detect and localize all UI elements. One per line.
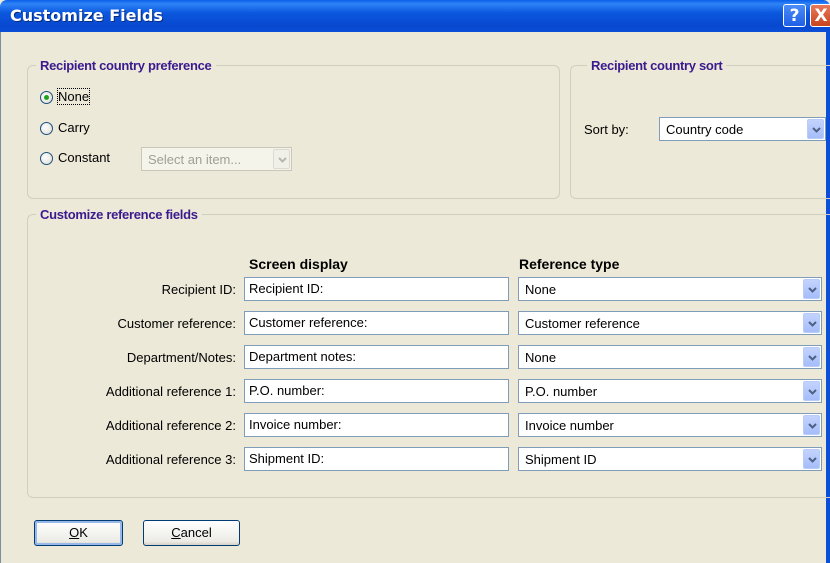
screen-display-input-recipient-id[interactable]: Recipient ID: — [244, 277, 509, 301]
reference-type-select-customer-reference[interactable]: Customer reference — [518, 311, 822, 335]
reference-type-value: P.O. number — [525, 384, 598, 399]
reference-type-value: None — [525, 350, 557, 365]
chevron-down-icon[interactable] — [803, 449, 820, 469]
reference-type-value: Shipment ID — [525, 452, 597, 467]
chevron-down-icon — [273, 149, 290, 169]
ok-button-label: K — [79, 525, 88, 540]
chevron-down-icon[interactable] — [803, 381, 820, 401]
screen-display-input-additional-reference-3[interactable]: Shipment ID: — [244, 447, 509, 471]
reference-type-select-additional-reference-2[interactable]: Invoice number — [518, 413, 822, 437]
row-label-additional-reference-1: Additional reference 1: — [105, 384, 236, 399]
sort-by-select[interactable]: Country code — [659, 117, 826, 141]
radio-none[interactable] — [40, 91, 53, 104]
window-border-left — [0, 32, 1, 563]
screen-display-input-customer-reference[interactable]: Customer reference: — [244, 311, 509, 335]
radio-carry[interactable] — [40, 122, 53, 135]
row-label-recipient-id: Recipient ID: — [161, 282, 236, 297]
screen-display-input-additional-reference-2[interactable]: Invoice number: — [244, 413, 509, 437]
row-label-customer-reference: Customer reference: — [117, 316, 237, 331]
reference-type-select-additional-reference-3[interactable]: Shipment ID — [518, 447, 822, 471]
radio-none-label[interactable]: None — [56, 88, 91, 105]
chevron-down-icon[interactable] — [807, 119, 824, 139]
row-label-additional-reference-3: Additional reference 3: — [105, 452, 236, 467]
cancel-button-label: ancel — [180, 525, 212, 540]
ok-button[interactable]: OK — [34, 520, 123, 546]
window-title: Customize Fields — [10, 6, 163, 25]
reference-type-select-recipient-id[interactable]: None — [518, 277, 822, 301]
constant-country-select: Select an item... — [141, 147, 292, 171]
radio-constant[interactable] — [40, 152, 53, 165]
ok-button-accel: O — [69, 525, 80, 540]
country-preference-group: Recipient country preference — [27, 58, 560, 199]
screen-display-input-additional-reference-1[interactable]: P.O. number: — [244, 379, 509, 403]
reference-type-value: Invoice number — [525, 418, 614, 433]
country-preference-legend: Recipient country preference — [40, 58, 212, 73]
title-bar[interactable]: Customize Fields ? X — [0, 0, 830, 32]
help-icon[interactable]: ? — [783, 4, 806, 27]
cancel-button-accel: C — [171, 525, 181, 540]
close-icon[interactable]: X — [810, 4, 830, 27]
col-header-screen-display: Screen display — [249, 256, 348, 272]
col-header-reference-type: Reference type — [519, 256, 620, 272]
radio-carry-label[interactable]: Carry — [58, 120, 90, 135]
reference-type-select-additional-reference-1[interactable]: P.O. number — [518, 379, 822, 403]
row-label-department-notes: Department/Notes: — [126, 350, 236, 365]
reference-type-value: None — [525, 282, 557, 297]
sort-by-value: Country code — [666, 122, 744, 137]
row-label-additional-reference-2: Additional reference 2: — [105, 418, 236, 433]
reference-type-value: Customer reference — [525, 316, 640, 331]
chevron-down-icon[interactable] — [803, 279, 820, 299]
reference-fields-legend: Customize reference fields — [40, 207, 198, 222]
screen-display-input-department-notes[interactable]: Department notes: — [244, 345, 509, 369]
sort-by-label: Sort by: — [584, 122, 629, 137]
chevron-down-icon[interactable] — [803, 313, 820, 333]
reference-type-select-department-notes[interactable]: None — [518, 345, 822, 369]
radio-constant-label[interactable]: Constant — [58, 150, 110, 165]
constant-country-value: Select an item... — [148, 152, 242, 167]
cancel-button[interactable]: Cancel — [143, 520, 240, 546]
chevron-down-icon[interactable] — [803, 347, 820, 367]
chevron-down-icon[interactable] — [803, 415, 820, 435]
country-sort-legend: Recipient country sort — [591, 58, 723, 73]
